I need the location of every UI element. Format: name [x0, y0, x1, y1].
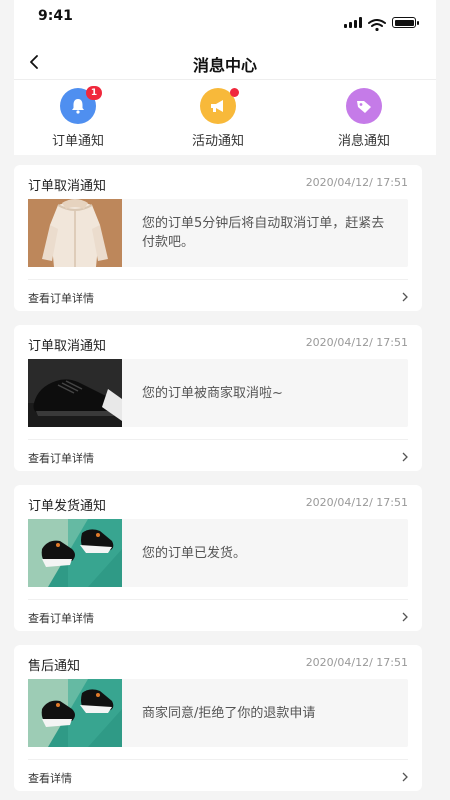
category-label: 活动通知	[191, 134, 244, 149]
message-time: 2020/04/12/ 17:51	[305, 336, 408, 349]
coat-image	[28, 199, 122, 267]
message-title: 订单发货通知	[28, 499, 107, 514]
megaphone-icon	[200, 88, 239, 124]
category-message-notice[interactable]: 消息通知	[314, 86, 414, 152]
sneaker-image	[28, 359, 122, 427]
shoes-image	[28, 519, 122, 587]
chevron-right-icon	[402, 772, 408, 782]
chevron-right-icon	[402, 452, 408, 462]
status-time: 9:41	[38, 8, 73, 24]
view-details-link[interactable]: 查看订单详情	[28, 290, 94, 306]
message-text: 您的订单被商家取消啦~	[142, 385, 283, 401]
message-body[interactable]: 您的订单被商家取消啦~	[28, 359, 408, 427]
battery-icon	[392, 17, 419, 28]
view-details-row[interactable]: 查看订单详情	[28, 279, 408, 305]
category-label: 订单通知	[51, 134, 104, 149]
view-details-link[interactable]: 查看订单详情	[28, 450, 94, 466]
category-activity-notice[interactable]: 活动通知	[168, 86, 268, 152]
message-text: 商家同意/拒绝了你的退款申请	[142, 705, 316, 721]
message-body[interactable]: 您的订单5分钟后将自动取消订单，赶紧去付款吧。	[28, 199, 408, 267]
wifi-icon	[368, 16, 386, 32]
unread-badge: 1	[86, 86, 102, 100]
message-title: 订单取消通知	[28, 339, 107, 354]
message-title: 售后通知	[28, 659, 81, 674]
view-details-row[interactable]: 查看订单详情	[28, 599, 408, 625]
message-body[interactable]: 您的订单已发货。	[28, 519, 408, 587]
view-details-link[interactable]: 查看详情	[28, 770, 72, 786]
message-card: 订单取消通知 2020/04/12/ 17:51 您的订单5分钟后将自动取消订单…	[14, 165, 422, 311]
category-order-notice[interactable]: 1 订单通知	[28, 86, 128, 152]
message-body[interactable]: 商家同意/拒绝了你的退款申请	[28, 679, 408, 747]
bell-icon: 1	[60, 86, 102, 124]
message-card: 订单发货通知 2020/04/12/ 17:51 您的订单已发货。 查看订单详情	[14, 485, 422, 631]
shoes-image	[28, 679, 122, 747]
page-title: 消息中心	[192, 56, 257, 75]
status-icons	[344, 14, 419, 32]
view-details-link[interactable]: 查看订单详情	[28, 610, 94, 626]
message-card: 售后通知 2020/04/12/ 17:51 商家同意/拒绝了你的退款申请 查看…	[14, 645, 422, 791]
message-title: 订单取消通知	[28, 179, 107, 194]
notification-categories: 1 订单通知 活动通知 消息通知	[14, 86, 436, 152]
unread-dot	[230, 88, 239, 97]
signal-icon	[344, 16, 362, 28]
category-label: 消息通知	[337, 134, 390, 149]
view-details-row[interactable]: 查看详情	[28, 759, 408, 785]
chevron-right-icon	[402, 612, 408, 622]
message-card: 订单取消通知 2020/04/12/ 17:51 您的订单被商家取消啦~ 查看订…	[14, 325, 422, 471]
navigation-bar: 消息中心	[14, 44, 436, 80]
status-bar: 9:41	[14, 0, 436, 40]
phone-screen: 9:41 消息中心 1 订单通知 活动通知 消息通知 订单取消通知 2020/0…	[14, 0, 436, 800]
message-text: 您的订单已发货。	[142, 545, 247, 561]
message-time: 2020/04/12/ 17:51	[305, 496, 408, 509]
message-text: 您的订单5分钟后将自动取消订单，赶紧去付款吧。	[142, 216, 385, 250]
tag-icon	[346, 88, 382, 124]
chevron-right-icon	[402, 292, 408, 302]
header-area: 9:41 消息中心 1 订单通知 活动通知 消息通知	[14, 0, 436, 155]
message-time: 2020/04/12/ 17:51	[305, 656, 408, 669]
view-details-row[interactable]: 查看订单详情	[28, 439, 408, 465]
message-time: 2020/04/12/ 17:51	[305, 176, 408, 189]
